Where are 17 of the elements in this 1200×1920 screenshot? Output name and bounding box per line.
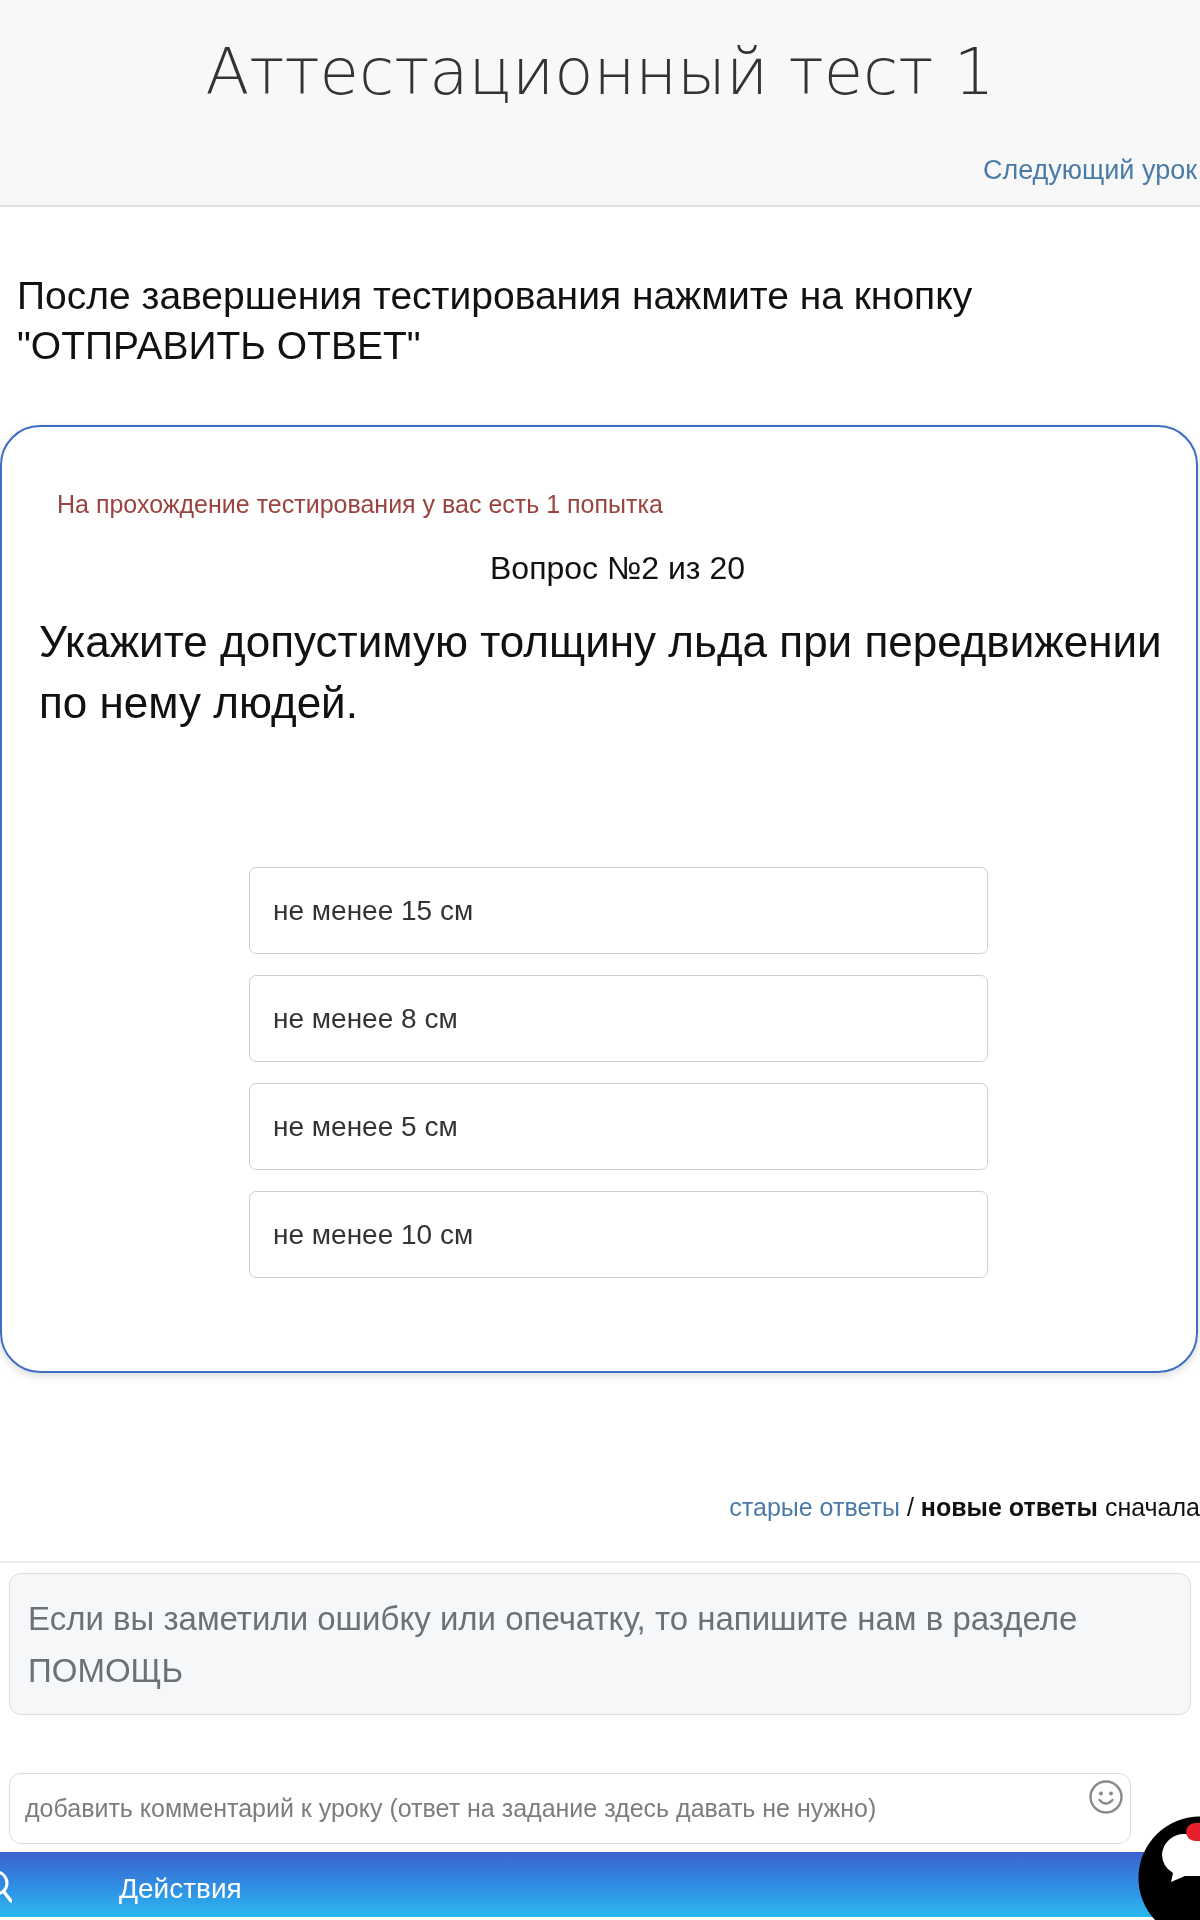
answer-option[interactable]: не менее 8 см: [249, 975, 988, 1062]
smiley-icon[interactable]: [1089, 1780, 1123, 1814]
next-lesson-link[interactable]: Следующий урок: [982, 154, 1197, 186]
question-counter: Вопрос №2 из 20: [489, 549, 746, 587]
page-title: Аттестационный тест 1: [204, 36, 996, 108]
answer-option[interactable]: не менее 15 см: [249, 867, 988, 954]
comment-field[interactable]: добавить комментарий к уроку (ответ на задание здесь давать не нужно): [9, 1773, 1131, 1844]
sort-option[interactable]: новые ответы: [920, 1491, 1098, 1523]
instruction-text: После завершения тестирования нажмите на кнопку "ОТПРАВИТЬ ОТВЕТ": [16, 273, 974, 369]
answer-option[interactable]: не менее 10 см: [249, 1191, 988, 1278]
help-notice: Если вы заметили ошибку или опечатку, то напишите нам в разделе ПОМОЩЬ: [9, 1573, 1191, 1715]
attempts-note: На прохождение тестирования у вас есть 1 попытка: [57, 489, 664, 519]
sort-option[interactable]: старые ответы: [729, 1491, 900, 1523]
sort-separator: /: [906, 1492, 914, 1523]
answer-option[interactable]: не менее 5 см: [249, 1083, 988, 1170]
sort-suffix-text: сначала: [1104, 1492, 1200, 1523]
question-text: Укажите допустимую толщину льда при передвижении по нему людей.: [39, 616, 1163, 729]
